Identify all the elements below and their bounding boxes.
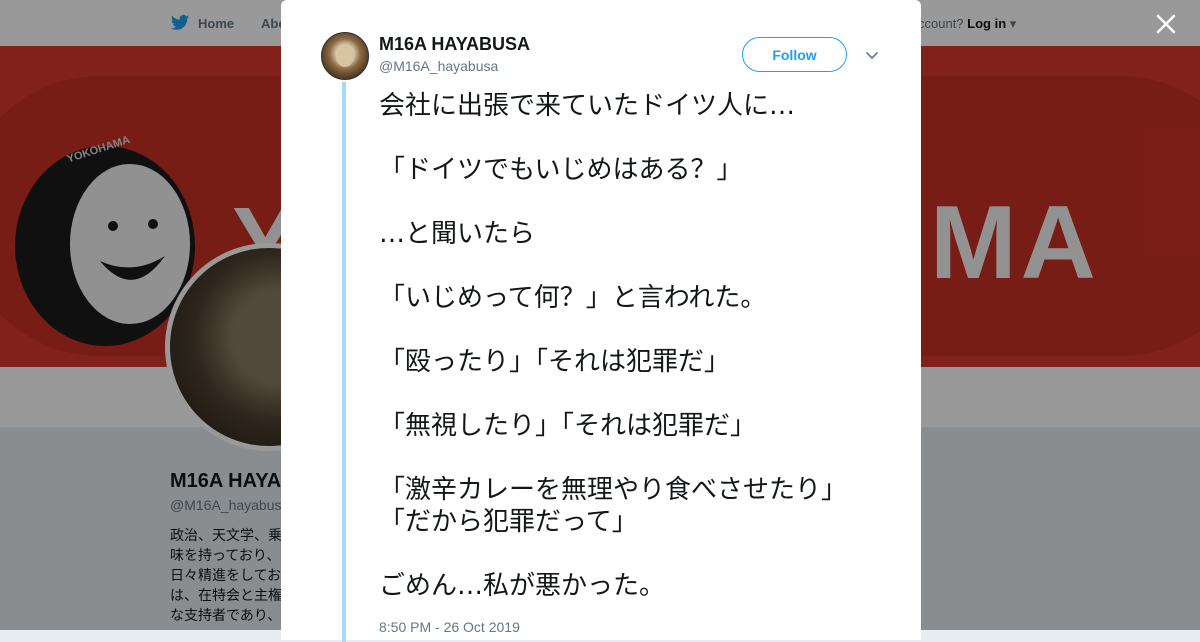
- tweet-line-blank: [379, 538, 899, 570]
- tweet-line: 「無視したり」「それは犯罪だ」: [379, 411, 757, 441]
- author-avatar[interactable]: [321, 32, 369, 80]
- tweet-line-blank: [379, 186, 899, 218]
- tweet-line-blank: [379, 378, 899, 410]
- tweet-modal: M16A HAYABUSA @M16A_hayabusa Follow 会社に出…: [281, 0, 921, 642]
- tweet-line: …と聞いたら: [379, 219, 536, 249]
- tweet-line: 「激辛カレーを無理やり食べさせたり」: [379, 475, 848, 505]
- thread-line: [342, 82, 346, 642]
- tweet-line: ごめん…私が悪かった。: [379, 571, 666, 601]
- tweet-line: 「ドイツでもいじめはある？」: [379, 155, 743, 185]
- avatar-face: [336, 45, 354, 67]
- tweet-line: 「だから犯罪だって」: [379, 507, 638, 537]
- tweet-line-blank: [379, 122, 899, 154]
- chevron-down-icon[interactable]: [864, 47, 880, 63]
- tweet-line-blank: [379, 314, 899, 346]
- tweet-line-blank: [379, 250, 899, 282]
- follow-button[interactable]: Follow: [742, 37, 847, 72]
- author-name[interactable]: M16A HAYABUSA: [379, 34, 530, 55]
- tweet-line: 会社に出張で来ていたドイツ人に…: [379, 91, 796, 121]
- tweet-line: 「殴ったり」「それは犯罪だ」: [379, 347, 731, 377]
- author-handle[interactable]: @M16A_hayabusa: [379, 58, 498, 74]
- close-icon[interactable]: [1151, 9, 1181, 39]
- tweet-text: 会社に出張で来ていたドイツ人に… 「ドイツでもいじめはある？」 …と聞いたら 「…: [379, 90, 899, 602]
- tweet-line-blank: [379, 442, 899, 474]
- tweet-line: 「いじめって何？」と言われた。: [379, 283, 767, 313]
- tweet-timestamp[interactable]: 8:50 PM - 26 Oct 2019: [379, 619, 520, 635]
